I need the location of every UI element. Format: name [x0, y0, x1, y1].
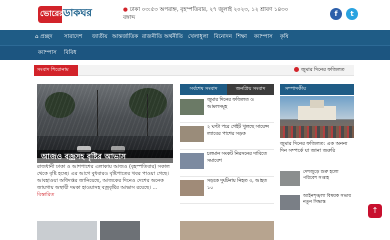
rain-overlay: [37, 84, 173, 158]
sub-nav: ক্যাম্পাস বিবিধ: [0, 45, 390, 60]
lead-story-title[interactable]: আজও বজ্রসহ বৃষ্টির আভাস: [37, 150, 173, 163]
dateline: ● ঢাকা ০৩:৫৩ অপরাহ্ন, বৃহস্পতিবার, ২৭ জুল…: [123, 6, 293, 22]
nav-item-4[interactable]: রাজনীতি: [142, 30, 162, 45]
tab-latest[interactable]: সর্বশেষ সংবাদ: [180, 84, 227, 95]
logo-right-block: ডাকঘর: [62, 6, 100, 23]
bottom-thumbnail[interactable]: [180, 221, 274, 240]
news-ticker: সংবাদ শিরোনাম জুমার দিনের ফজিলত: [34, 65, 354, 76]
nav-item-5[interactable]: অর্থনীতি: [164, 30, 183, 45]
subnav-item-2[interactable]: বিবিধ: [64, 46, 76, 61]
main-nav: ⌂ প্রচ্ছদ সারাদেশ জাতীয় আন্তর্জাতিক রাজ…: [0, 30, 390, 45]
news-title: চলমান সংকট নিরসনের দাবিতে সমাবেশ: [207, 152, 267, 164]
logo-left-text: ভোরের: [40, 9, 64, 18]
news-title: দেশজুড়ে শুরু হলো পরিবেশ সপ্তাহ: [303, 170, 339, 182]
news-title: আইনশৃঙ্খলা বিষয়ক সভায় নতুন সিদ্ধান্ত: [303, 194, 352, 206]
tab-popular[interactable]: জনপ্রিয় সংবাদ: [227, 84, 274, 95]
editorial-image[interactable]: [280, 96, 354, 138]
nav-item-8[interactable]: শিক্ষা: [236, 30, 247, 45]
nav-item-1[interactable]: সারাদেশ: [64, 30, 82, 45]
list-item[interactable]: চলমান সংকট নিরসনের দাবিতে সমাবেশ: [180, 151, 274, 177]
news-thumbnail: [180, 153, 204, 169]
crowd-shape: [280, 126, 354, 138]
news-thumbnail: [180, 99, 204, 115]
news-title: জুমার দিনের ফজিলত ও আমলসমূহ: [207, 98, 254, 110]
nav-item-10[interactable]: কৃষি: [280, 30, 288, 45]
location-pin-icon: ●: [123, 7, 128, 13]
list-item[interactable]: আইনশৃঙ্খলা বিষয়ক সভায় নতুন সিদ্ধান্ত: [280, 194, 354, 216]
news-title: ২ ঘণ্টা পরে গেইট খুলছে সায়েন্স ল্যাবের …: [207, 125, 269, 137]
lead-summary-text: রাজধানী ঢাকা ও আশপাশের এলাকায় আজও (বৃহস…: [37, 164, 170, 191]
ticker-label: সংবাদ শিরোনাম: [34, 65, 78, 76]
building-dome: [310, 100, 324, 108]
list-item[interactable]: সড়কে দুর্ঘটনায় নিহত ৩, আহত ১০: [180, 178, 274, 204]
read-more-link[interactable]: বিস্তারিত: [37, 192, 54, 198]
list-item[interactable]: দেশজুড়ে শুরু হলো পরিবেশ সপ্তাহ: [280, 170, 354, 192]
logo-left-block: ভোরের: [38, 6, 64, 23]
news-thumbnail: [180, 180, 204, 196]
bottom-thumbnail[interactable]: [100, 221, 140, 240]
news-tabs: সর্বশেষ সংবাদ জনপ্রিয় সংবাদ: [180, 84, 274, 95]
site-logo[interactable]: ভোরের ডাকঘর: [38, 6, 100, 23]
nav-item-home[interactable]: ⌂ প্রচ্ছদ: [35, 30, 52, 45]
ticker-item[interactable]: জুমার দিনের ফজিলত: [294, 65, 344, 76]
logo-right-text: ডাকঘর: [63, 8, 92, 19]
ticker-dot-icon: [294, 67, 299, 72]
scroll-to-top-button[interactable]: ↑: [368, 204, 382, 218]
news-thumbnail: [280, 171, 300, 186]
nav-home-label: প্রচ্ছদ: [40, 34, 53, 40]
nav-item-7[interactable]: বিনোদন: [214, 30, 232, 45]
nav-item-3[interactable]: আন্তর্জাতিক: [112, 30, 138, 45]
site-header: ভোরের ডাকঘর ● ঢাকা ০৩:৫৩ অপরাহ্ন, বৃহস্পত…: [0, 0, 390, 30]
lead-story-summary: রাজধানী ঢাকা ও আশপাশের এলাকায় আজও (বৃহস…: [37, 164, 175, 199]
facebook-icon[interactable]: f: [330, 8, 342, 20]
ticker-item-text: জুমার দিনের ফজিলত: [301, 67, 345, 73]
lead-story-image[interactable]: [37, 84, 173, 158]
news-thumbnail: [180, 126, 204, 142]
editorial-headline[interactable]: জুমার দিনের ফজিলত: এক অনন্য দিন সম্পর্কে…: [280, 141, 354, 155]
building-shape: [298, 106, 336, 120]
subnav-item-1[interactable]: ক্যাম্পাস: [38, 46, 57, 61]
nav-item-9[interactable]: ক্যাম্পাস: [254, 30, 273, 45]
twitter-icon[interactable]: t: [346, 8, 358, 20]
bottom-thumbnail[interactable]: [37, 221, 97, 240]
list-item[interactable]: ২ ঘণ্টা পরে গেইট খুলছে সায়েন্স ল্যাবের …: [180, 124, 274, 150]
editorial-header: সম্পাদকীয়: [280, 84, 354, 95]
nav-item-2[interactable]: জাতীয়: [92, 30, 107, 45]
news-thumbnail: [280, 195, 300, 210]
list-item[interactable]: জুমার দিনের ফজিলত ও আমলসমূহ: [180, 97, 274, 123]
nav-item-6[interactable]: খেলাধুলা: [188, 30, 208, 45]
dateline-text: ঢাকা ০৩:৫৩ অপরাহ্ন, বৃহস্পতিবার, ২৭ জুলা…: [123, 7, 289, 21]
news-title: সড়কে দুর্ঘটনায় নিহত ৩, আহত ১০: [207, 179, 267, 191]
